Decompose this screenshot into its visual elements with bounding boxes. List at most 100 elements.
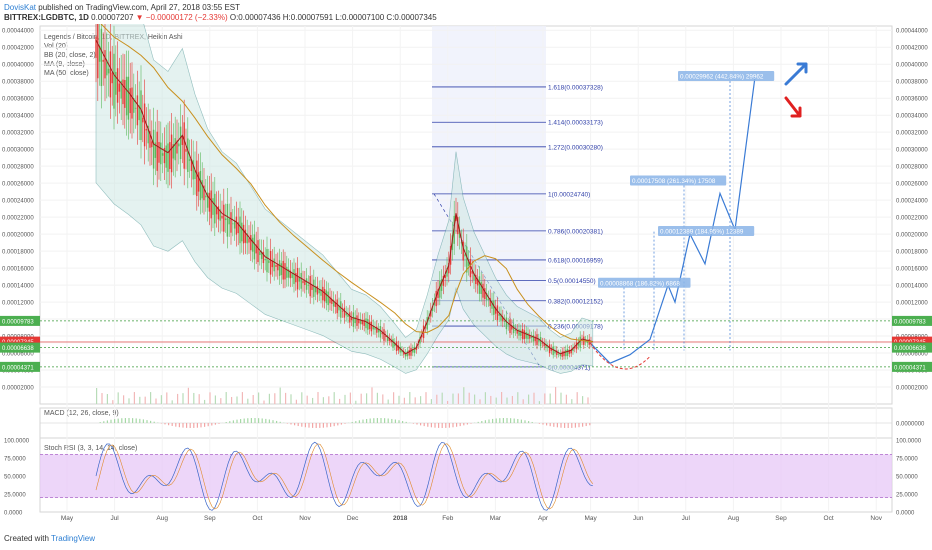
macd-histogram-bar bbox=[427, 423, 429, 427]
candle-body bbox=[156, 131, 158, 171]
candle-body bbox=[232, 223, 234, 225]
macd-histogram-bar bbox=[402, 421, 404, 423]
volume-bar bbox=[517, 392, 519, 404]
projection-label: 0.00012389 (184.95%) 12389 bbox=[660, 228, 744, 235]
macd-y-tick: 0.0000000 bbox=[896, 422, 925, 428]
price-change: ▼ −0.00000172 (−2.33%) bbox=[135, 13, 228, 22]
y-tick-right: 0.00020000 bbox=[896, 233, 928, 239]
projection-label: 0.00008868 (186.82%) 6868 bbox=[600, 280, 680, 287]
macd-histogram-bar bbox=[495, 418, 497, 423]
volume-bar bbox=[549, 393, 551, 404]
stoch-band bbox=[40, 454, 892, 498]
macd-histogram-bar bbox=[218, 423, 220, 424]
volume-bar bbox=[474, 394, 476, 404]
projection-path bbox=[589, 76, 756, 364]
candle-body bbox=[296, 267, 299, 290]
volume-bar bbox=[452, 393, 454, 404]
macd-histogram-bar bbox=[398, 420, 400, 423]
volume-bar bbox=[393, 392, 395, 404]
candle-body bbox=[113, 53, 115, 109]
price-tag-label-left: 0.00009783 bbox=[2, 319, 34, 325]
y-tick-left: 0.00024000 bbox=[2, 199, 34, 205]
macd-histogram-bar bbox=[373, 418, 375, 423]
macd-histogram-bar bbox=[438, 423, 440, 428]
macd-histogram-bar bbox=[376, 418, 378, 423]
candle-body bbox=[368, 321, 371, 330]
volume-bar bbox=[263, 400, 265, 404]
macd-histogram-bar bbox=[103, 421, 105, 423]
candle-body bbox=[221, 215, 223, 219]
volume-bar bbox=[198, 394, 200, 404]
macd-histogram-bar bbox=[204, 423, 206, 427]
candle-body bbox=[151, 141, 153, 148]
candle-body bbox=[266, 249, 268, 273]
y-tick-right: 0.00014000 bbox=[896, 284, 928, 290]
macd-histogram-bar bbox=[445, 423, 447, 428]
candle-body bbox=[349, 312, 351, 323]
volume-bar bbox=[366, 393, 368, 404]
macd-histogram-bar bbox=[531, 421, 533, 423]
candle-body bbox=[136, 95, 139, 126]
macd-histogram-bar bbox=[538, 423, 540, 424]
candle-body bbox=[102, 59, 104, 62]
volume-bar bbox=[258, 392, 260, 404]
chart-canvas[interactable]: 0.00044000 0.00044000 0.00042000 0.00042000… bbox=[0, 24, 932, 534]
candle-body bbox=[341, 310, 344, 312]
candle-body bbox=[478, 276, 481, 294]
x-tick-label: Mar bbox=[490, 515, 502, 522]
candle-body bbox=[523, 330, 526, 339]
macd-histogram-bar bbox=[564, 423, 566, 428]
candle-body bbox=[275, 264, 277, 267]
candle-body bbox=[142, 117, 144, 123]
volume-bar bbox=[322, 397, 324, 404]
macd-histogram-bar bbox=[139, 418, 141, 423]
candle-body bbox=[212, 198, 214, 215]
volume-bar bbox=[133, 392, 135, 404]
macd-histogram-bar bbox=[236, 419, 238, 423]
candle-body bbox=[205, 195, 207, 198]
volume-bar bbox=[236, 396, 238, 404]
x-tick-label: Aug bbox=[156, 515, 168, 522]
tradingview-logo-text[interactable]: TradingView bbox=[51, 534, 95, 543]
macd-histogram-bar bbox=[315, 423, 317, 428]
macd-histogram-bar bbox=[240, 419, 242, 423]
volume-bar bbox=[544, 393, 546, 404]
macd-histogram-bar bbox=[524, 420, 526, 423]
candle-body bbox=[280, 263, 283, 276]
price-tag-label: 0.00004371 bbox=[894, 365, 926, 371]
candle-body bbox=[187, 138, 189, 173]
candle-body bbox=[269, 250, 272, 275]
candle-body bbox=[241, 222, 243, 242]
volume-bar bbox=[312, 397, 314, 404]
volume-bar bbox=[285, 392, 287, 404]
y-tick-left: 0.00028000 bbox=[2, 165, 34, 171]
macd-histogram-bar bbox=[549, 423, 551, 427]
y-tick-left: 0.00020000 bbox=[2, 233, 34, 239]
volume-bar bbox=[560, 392, 562, 404]
candle-body bbox=[228, 218, 230, 225]
candle-body bbox=[514, 329, 517, 331]
macd-histogram-bar bbox=[578, 423, 580, 428]
candle-body bbox=[131, 87, 133, 119]
candle-body bbox=[469, 258, 472, 278]
macd-histogram-bar bbox=[304, 423, 306, 428]
candle-body bbox=[325, 290, 328, 304]
macd-histogram-bar bbox=[135, 418, 137, 423]
candle-body bbox=[224, 218, 227, 221]
macd-histogram-bar bbox=[466, 423, 468, 425]
candle-body bbox=[323, 289, 326, 302]
fib-level-label: 1(0.00024740) bbox=[548, 191, 590, 198]
candle-body bbox=[336, 299, 338, 314]
macd-histogram-bar bbox=[294, 423, 296, 426]
volume-bar bbox=[339, 398, 341, 404]
candle-body bbox=[174, 138, 176, 161]
candle-body bbox=[242, 224, 245, 244]
candle-body bbox=[530, 337, 533, 338]
candle-body bbox=[282, 260, 284, 280]
symbol-label: BITTREX:LGDBTC, 1D bbox=[4, 13, 89, 22]
candle-body bbox=[179, 126, 182, 159]
y-tick-right: 0.00042000 bbox=[896, 46, 928, 52]
macd-histogram-bar bbox=[207, 423, 209, 427]
author-name[interactable]: DovisKat bbox=[4, 3, 36, 12]
volume-bar bbox=[225, 392, 227, 404]
